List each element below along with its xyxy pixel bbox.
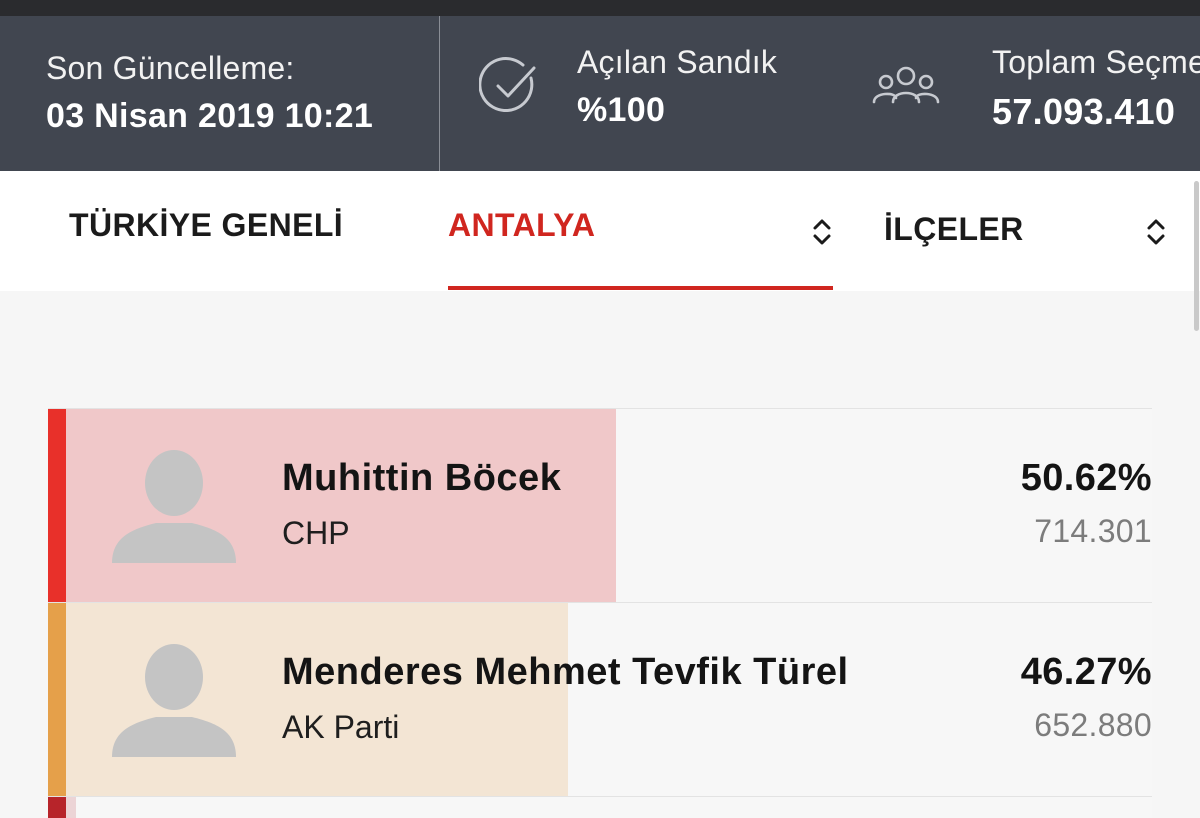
check-circle-icon	[479, 57, 536, 113]
tab-city-select[interactable]: ANTALYA	[448, 207, 595, 244]
candidate-votes: 714.301	[1034, 513, 1152, 549]
party-color-stripe	[48, 409, 66, 602]
candidate-votes: 652.880	[1034, 707, 1152, 743]
candidate-party: CHP	[282, 515, 350, 551]
ballot-stat: Açılan Sandık %100	[479, 44, 777, 130]
people-icon	[872, 66, 940, 104]
header-divider	[439, 16, 440, 171]
stats-header: Son Güncelleme: 03 Nisan 2019 10:21 Açıl…	[0, 16, 1200, 171]
ballot-value: %100	[577, 91, 666, 129]
candidate-row[interactable]: Muhittin Böcek CHP 50.62% 714.301	[48, 408, 1152, 602]
candidate-row-partial[interactable]	[48, 796, 1152, 818]
tab-districts-select[interactable]: İLÇELER	[884, 211, 1024, 248]
candidate-percent: 50.62%	[1020, 457, 1152, 499]
party-color-stripe	[48, 797, 66, 818]
avatar-placeholder-icon	[112, 450, 236, 563]
candidate-percent: 46.27%	[1020, 651, 1152, 693]
candidate-name: Muhittin Böcek	[282, 457, 562, 499]
active-tab-underline	[448, 286, 833, 290]
ballot-label: Açılan Sandık	[577, 44, 778, 80]
chevron-updown-icon[interactable]	[812, 217, 832, 247]
last-update-value: 03 Nisan 2019 10:21	[46, 97, 374, 135]
chevron-updown-icon[interactable]	[1146, 217, 1166, 247]
region-tabs: TÜRKİYE GENELİ ANTALYA İLÇELER	[0, 171, 1200, 291]
last-update-block: Son Güncelleme: 03 Nisan 2019 10:21	[46, 50, 373, 136]
candidate-list: Muhittin Böcek CHP 50.62% 714.301 Mender…	[48, 408, 1152, 818]
last-update-label: Son Güncelleme:	[46, 50, 295, 86]
candidate-row[interactable]: Menderes Mehmet Tevfik Türel AK Parti 46…	[48, 602, 1152, 796]
scrollbar[interactable]	[1192, 171, 1200, 341]
avatar-placeholder-icon	[112, 644, 236, 757]
party-color-stripe	[48, 603, 66, 796]
candidate-name: Menderes Mehmet Tevfik Türel	[282, 651, 849, 693]
tab-turkiye-geneli[interactable]: TÜRKİYE GENELİ	[69, 207, 343, 244]
voters-stat: Toplam Seçmen 57.093.410	[868, 44, 1200, 133]
candidate-party: AK Parti	[282, 709, 400, 745]
vote-share-bar	[66, 797, 76, 818]
top-strip	[0, 0, 1200, 16]
voters-value: 57.093.410	[992, 91, 1176, 132]
voters-label: Toplam Seçmen	[992, 44, 1200, 80]
